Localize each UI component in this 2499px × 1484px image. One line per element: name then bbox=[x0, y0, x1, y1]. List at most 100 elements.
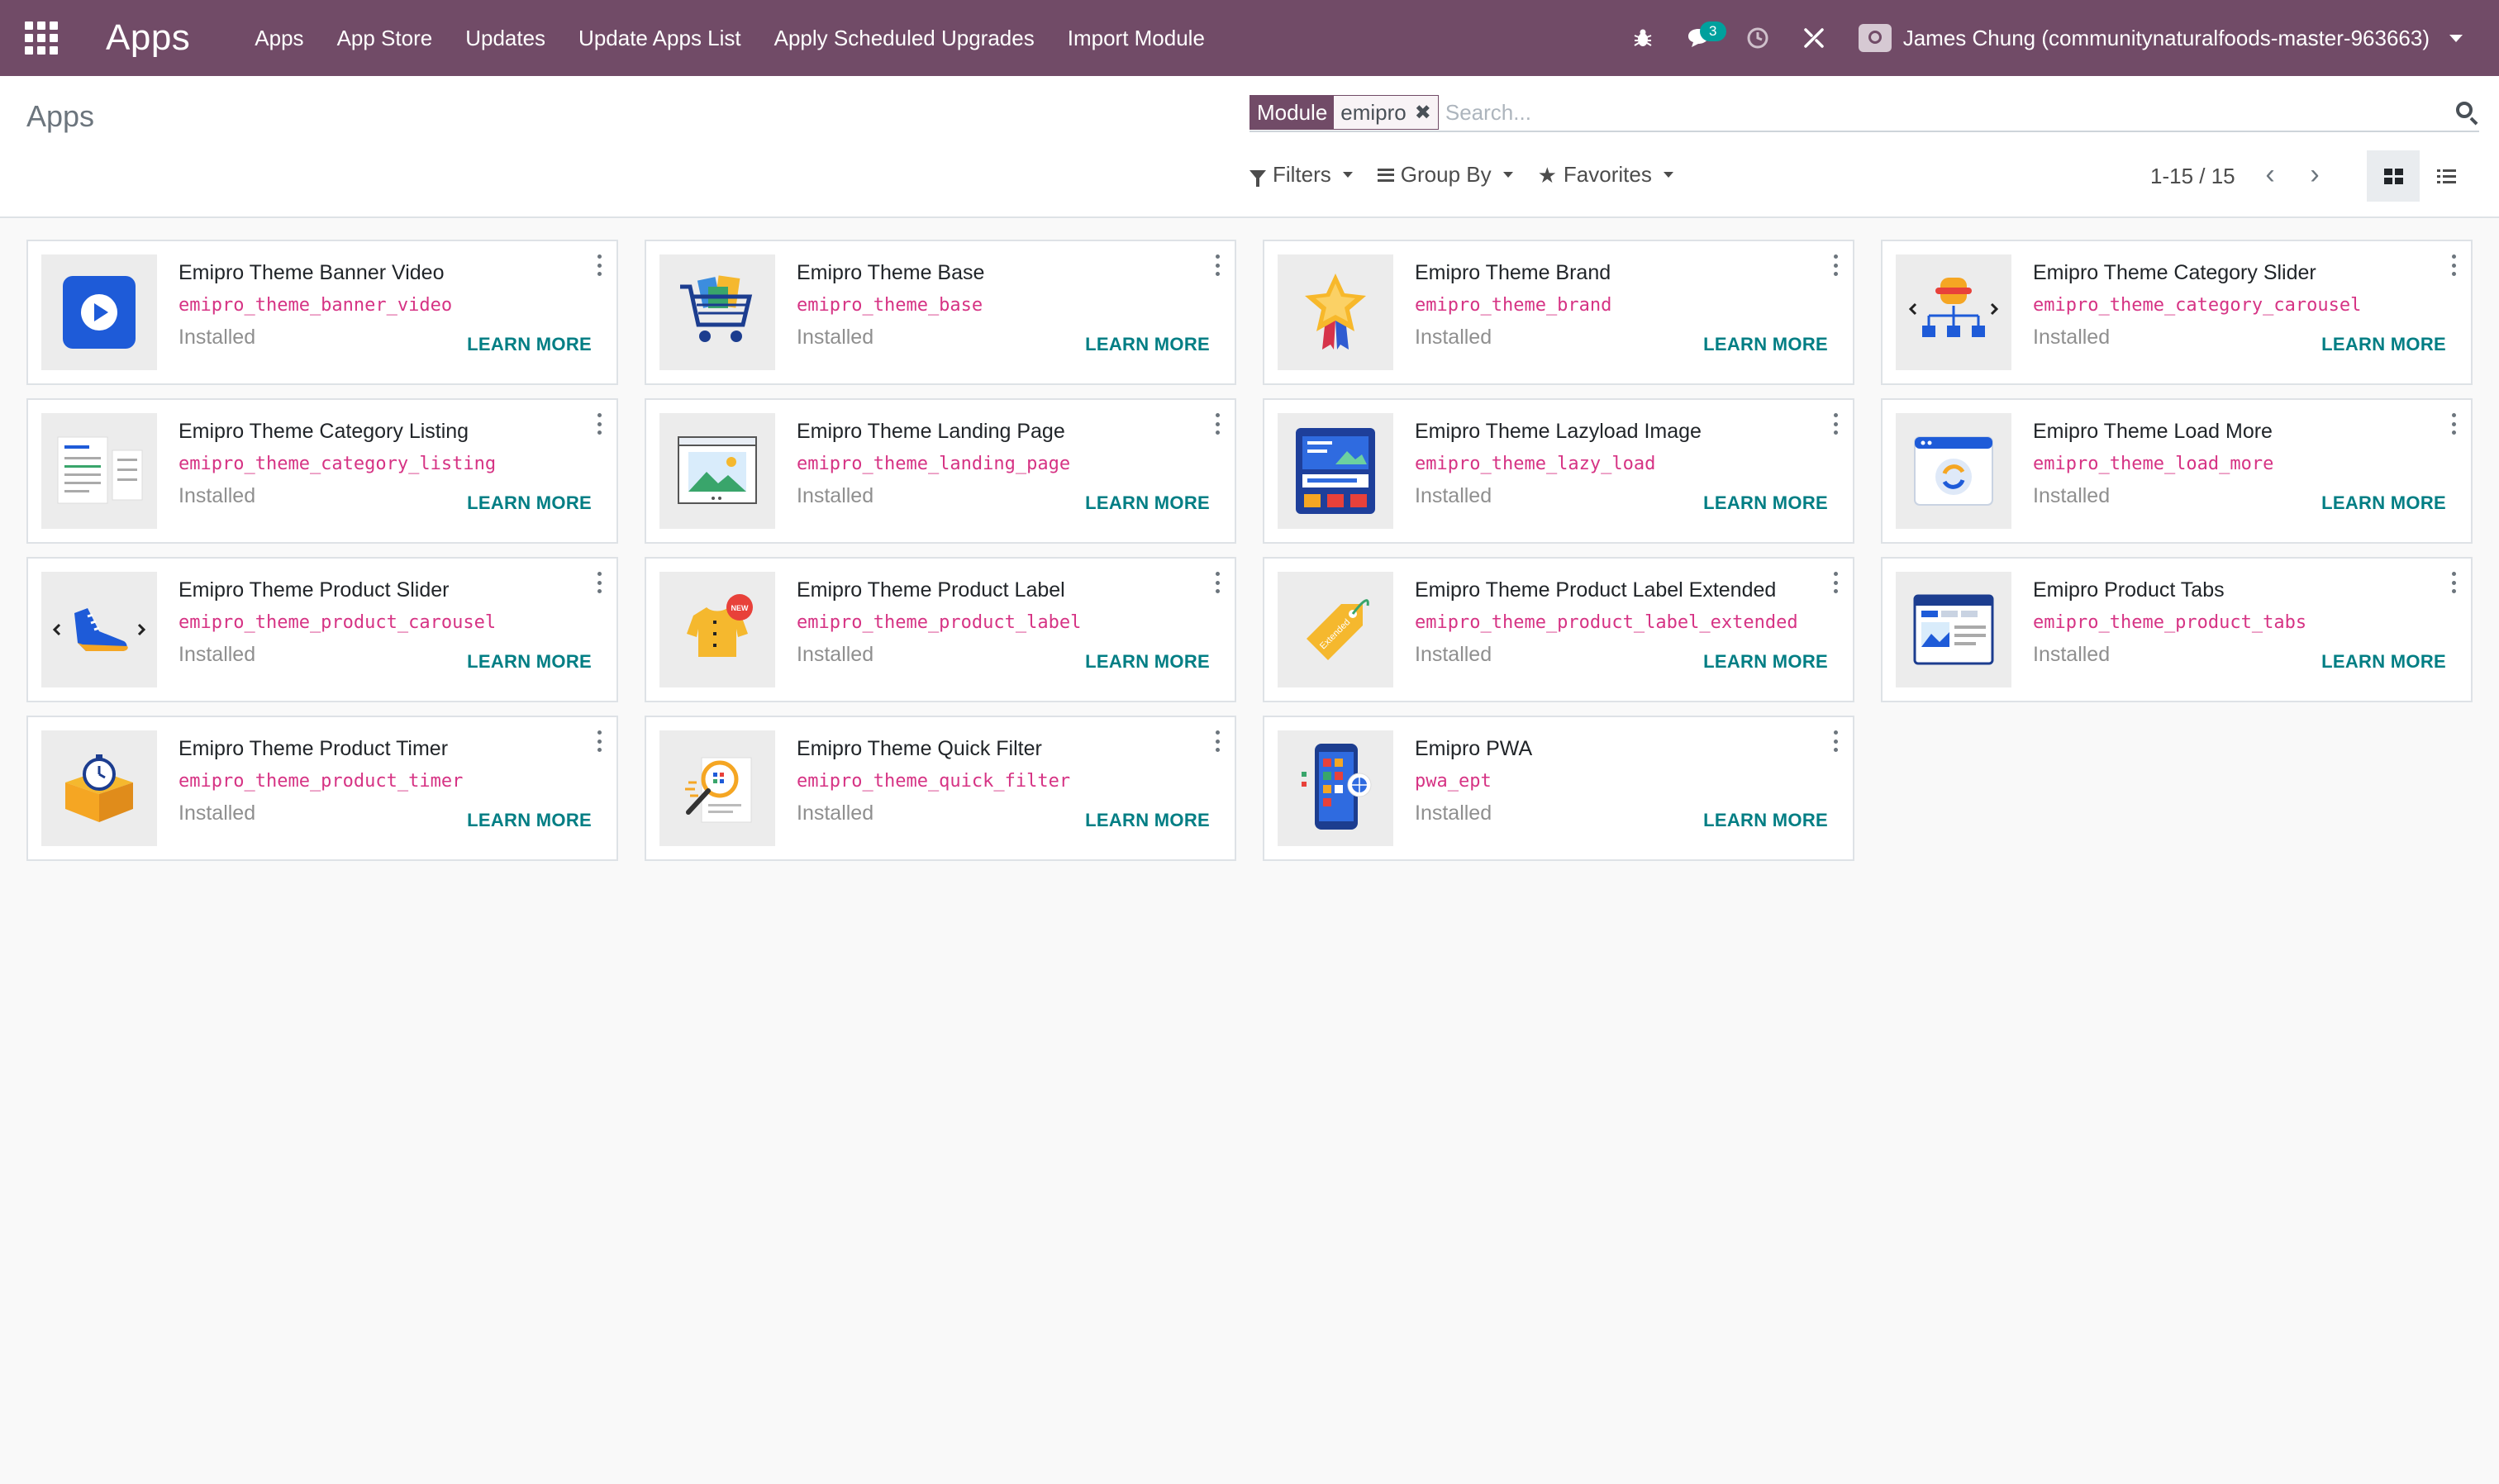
module-icon bbox=[41, 572, 157, 687]
module-card[interactable]: Emipro Theme Load More emipro_theme_load… bbox=[1881, 398, 2473, 544]
module-icon bbox=[1896, 572, 2011, 687]
learn-more-link[interactable]: LEARN MORE bbox=[2321, 334, 2446, 355]
search-facet[interactable]: Module emipro ✖ bbox=[1250, 95, 1439, 130]
module-technical-name: emipro_theme_product_label_extended bbox=[1415, 612, 1798, 633]
learn-more-link[interactable]: LEARN MORE bbox=[1085, 810, 1210, 831]
module-card[interactable]: Emipro Theme Quick Filter emipro_theme_q… bbox=[645, 716, 1236, 861]
list-view-button[interactable] bbox=[2420, 150, 2473, 202]
tools-menu[interactable] bbox=[1786, 0, 1842, 76]
debug-menu[interactable] bbox=[1616, 0, 1670, 76]
caret-down-icon bbox=[1502, 172, 1513, 178]
module-card[interactable]: Emipro Theme Base emipro_theme_base Inst… bbox=[645, 240, 1236, 385]
kebab-menu-icon[interactable] bbox=[1213, 254, 1221, 276]
apps-grid-icon[interactable] bbox=[25, 21, 58, 55]
kebab-menu-icon[interactable] bbox=[595, 254, 603, 276]
kebab-menu-icon[interactable] bbox=[2449, 572, 2458, 593]
shoe-slider-icon bbox=[52, 608, 146, 651]
kebab-menu-icon[interactable] bbox=[595, 413, 603, 435]
module-icon bbox=[1278, 254, 1393, 370]
learn-more-link[interactable]: LEARN MORE bbox=[1085, 334, 1210, 355]
search-options: Filters Group By ★ Favorites bbox=[1250, 162, 1673, 188]
module-card[interactable]: Emipro Theme Product Timer emipro_theme_… bbox=[26, 716, 618, 861]
module-icon bbox=[1278, 413, 1393, 529]
activity-menu[interactable] bbox=[1730, 0, 1786, 76]
module-card[interactable]: NEW Emipro Theme Product Label emipro_th… bbox=[645, 557, 1236, 702]
pager-value[interactable]: 1-15 / 15 bbox=[2150, 164, 2235, 189]
module-title: Emipro Theme Quick Filter bbox=[797, 737, 1042, 760]
kebab-menu-icon[interactable] bbox=[595, 572, 603, 593]
learn-more-link[interactable]: LEARN MORE bbox=[1703, 492, 1828, 514]
kebab-menu-icon[interactable] bbox=[1831, 730, 1840, 752]
module-card[interactable]: Emipro Theme Banner Video emipro_theme_b… bbox=[26, 240, 618, 385]
module-card[interactable]: Emipro Theme Product Slider emipro_theme… bbox=[26, 557, 618, 702]
module-title: Emipro Theme Category Slider bbox=[2033, 261, 2316, 284]
kebab-menu-icon[interactable] bbox=[1213, 730, 1221, 752]
module-technical-name: emipro_theme_brand bbox=[1415, 295, 1612, 316]
timer-box-icon bbox=[65, 754, 133, 822]
lazyload-image-icon bbox=[1296, 428, 1375, 514]
learn-more-link[interactable]: LEARN MORE bbox=[467, 492, 592, 514]
messaging-menu[interactable]: 3 bbox=[1670, 0, 1730, 76]
module-technical-name: emipro_theme_load_more bbox=[2033, 454, 2274, 474]
kebab-menu-icon[interactable] bbox=[1831, 254, 1840, 276]
module-card[interactable]: Emipro Theme Lazyload Image emipro_theme… bbox=[1263, 398, 1854, 544]
category-slider-icon bbox=[1908, 278, 1999, 337]
kebab-menu-icon[interactable] bbox=[1213, 413, 1221, 435]
kebab-menu-icon[interactable] bbox=[1831, 572, 1840, 593]
menu-item-updates[interactable]: Updates bbox=[449, 0, 562, 76]
module-icon: Extended bbox=[1278, 572, 1393, 687]
learn-more-link[interactable]: LEARN MORE bbox=[2321, 651, 2446, 673]
kebab-menu-icon[interactable] bbox=[2449, 413, 2458, 435]
top-navbar: Apps Apps App Store Updates Update Apps … bbox=[0, 0, 2499, 76]
module-card[interactable]: Emipro Theme Category Listing emipro_the… bbox=[26, 398, 618, 544]
kebab-menu-icon[interactable] bbox=[1213, 572, 1221, 593]
module-card[interactable]: Emipro PWA pwa_ept Installed LEARN MORE bbox=[1263, 716, 1854, 861]
pager-previous-icon[interactable]: ‹ bbox=[2258, 160, 2282, 190]
filters-dropdown[interactable]: Filters bbox=[1250, 162, 1353, 188]
close-icon[interactable]: ✖ bbox=[1415, 101, 1431, 125]
kanban-icon bbox=[2383, 168, 2403, 184]
module-card[interactable]: Emipro Theme Category Slider emipro_them… bbox=[1881, 240, 2473, 385]
learn-more-link[interactable]: LEARN MORE bbox=[1703, 810, 1828, 831]
menu-item-apps[interactable]: Apps bbox=[238, 0, 320, 76]
menu-item-import-module[interactable]: Import Module bbox=[1051, 0, 1221, 76]
learn-more-link[interactable]: LEARN MORE bbox=[1085, 492, 1210, 514]
search-icon[interactable] bbox=[2454, 100, 2479, 125]
control-panel: Apps Module emipro ✖ Filters Group By ★ … bbox=[0, 76, 2499, 218]
user-menu[interactable]: James Chung (communitynaturalfoods-maste… bbox=[1842, 0, 2479, 76]
module-card[interactable]: Emipro Theme Brand emipro_theme_brand In… bbox=[1263, 240, 1854, 385]
kebab-menu-icon[interactable] bbox=[2449, 254, 2458, 276]
learn-more-link[interactable]: LEARN MORE bbox=[1085, 651, 1210, 673]
groupby-dropdown[interactable]: Group By bbox=[1377, 162, 1513, 188]
filters-label: Filters bbox=[1273, 162, 1331, 187]
kanban-view: Emipro Theme Banner Video emipro_theme_b… bbox=[26, 240, 2473, 861]
pager-next-icon[interactable]: › bbox=[2302, 160, 2327, 190]
facet-value-text: emipro bbox=[1340, 99, 1407, 125]
learn-more-link[interactable]: LEARN MORE bbox=[467, 810, 592, 831]
kanban-view-button[interactable] bbox=[2367, 150, 2420, 202]
learn-more-link[interactable]: LEARN MORE bbox=[2321, 492, 2446, 514]
module-icon bbox=[1278, 730, 1393, 846]
learn-more-link[interactable]: LEARN MORE bbox=[1703, 334, 1828, 355]
category-listing-icon bbox=[57, 436, 143, 504]
learn-more-link[interactable]: LEARN MORE bbox=[467, 334, 592, 355]
favorites-dropdown[interactable]: ★ Favorites bbox=[1538, 162, 1673, 188]
learn-more-link[interactable]: LEARN MORE bbox=[467, 651, 592, 673]
product-tabs-icon bbox=[1913, 594, 1994, 665]
module-card[interactable]: Emipro Theme Landing Page emipro_theme_l… bbox=[645, 398, 1236, 544]
chevron-down-icon bbox=[2449, 34, 2463, 42]
menu-item-app-store[interactable]: App Store bbox=[321, 0, 450, 76]
module-technical-name: emipro_theme_product_timer bbox=[178, 771, 464, 792]
module-card[interactable]: Emipro Product Tabs emipro_theme_product… bbox=[1881, 557, 2473, 702]
module-card[interactable]: Extended Emipro Theme Product Label Exte… bbox=[1263, 557, 1854, 702]
kebab-menu-icon[interactable] bbox=[1831, 413, 1840, 435]
search-input[interactable] bbox=[1443, 95, 2454, 130]
module-technical-name: pwa_ept bbox=[1415, 771, 1492, 792]
module-technical-name: emipro_theme_base bbox=[797, 295, 983, 316]
app-brand[interactable]: Apps bbox=[106, 17, 190, 59]
kebab-menu-icon[interactable] bbox=[595, 730, 603, 752]
menu-item-apply-scheduled-upgrades[interactable]: Apply Scheduled Upgrades bbox=[758, 0, 1051, 76]
tag-extended-icon: Extended bbox=[1307, 599, 1369, 660]
menu-item-update-apps-list[interactable]: Update Apps List bbox=[562, 0, 758, 76]
learn-more-link[interactable]: LEARN MORE bbox=[1703, 651, 1828, 673]
